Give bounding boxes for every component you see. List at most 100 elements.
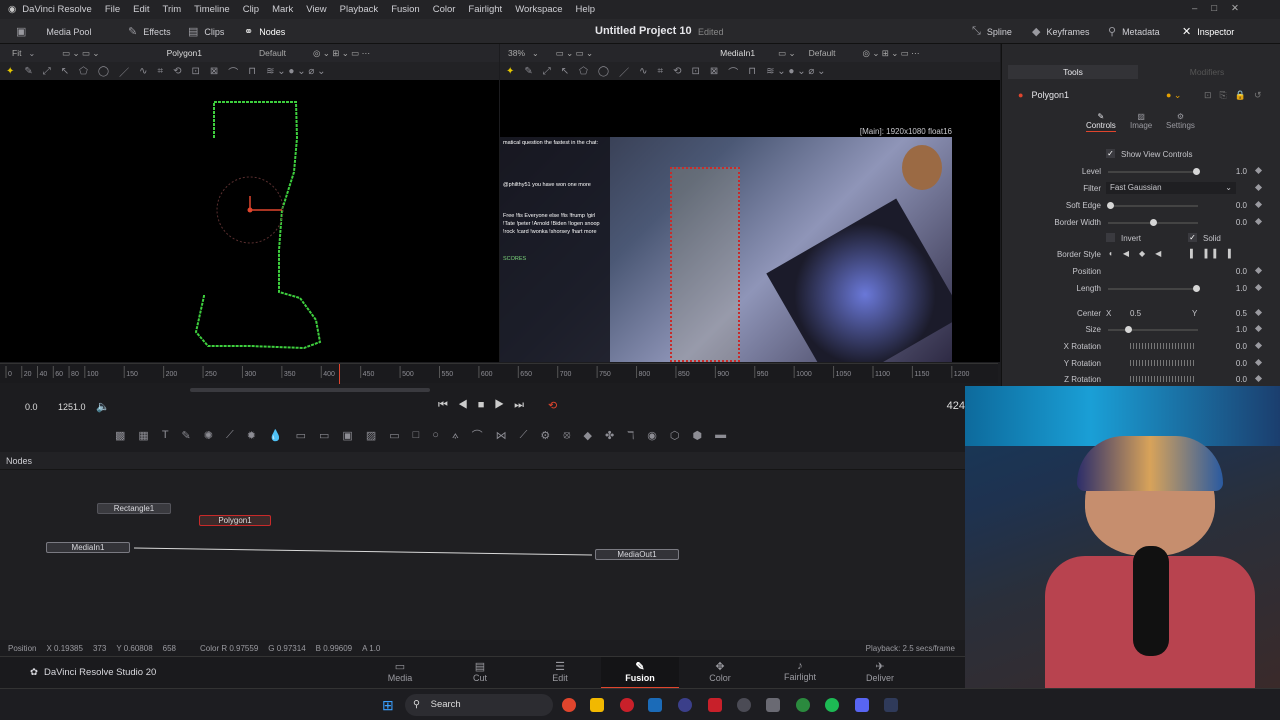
pointer-icon[interactable]: ✦	[6, 66, 14, 77]
audio-icon[interactable]: 🔈	[96, 400, 110, 413]
select-tool-icon[interactable]: ↖	[61, 66, 69, 77]
pen-tool-icon[interactable]: ✎	[524, 66, 532, 77]
keyframes-button[interactable]: ◆ Keyframes	[1032, 25, 1089, 38]
soft-edge-knob[interactable]	[1107, 202, 1114, 209]
border-width-value[interactable]: 0.0	[1217, 218, 1247, 227]
playhead[interactable]	[339, 364, 340, 384]
x-rotation-value[interactable]: 0.0	[1217, 342, 1247, 351]
length-value[interactable]: 1.0	[1217, 284, 1247, 293]
chrome-icon[interactable]	[796, 698, 810, 712]
inspector-node-header[interactable]: ● Polygon1	[1018, 90, 1069, 100]
bspline-tool-icon[interactable]: ∿	[639, 66, 647, 77]
center-point[interactable]	[247, 207, 253, 213]
viewer-right-lut[interactable]: Default	[809, 48, 836, 58]
viewer-left[interactable]	[0, 80, 499, 362]
menu-edit[interactable]: Edit	[133, 4, 149, 15]
fit-dropdown[interactable]: Fit	[12, 48, 21, 58]
subtab-settings[interactable]: ⚙ Settings	[1166, 112, 1195, 130]
keyframe-diamond-icon[interactable]	[1254, 266, 1263, 275]
merge-icon[interactable]: ⟋	[226, 429, 234, 442]
render-icon[interactable]: ⚙	[540, 429, 550, 442]
polygon-tool-icon[interactable]: ⬠	[579, 66, 588, 77]
center-x-value[interactable]: 0.5	[1130, 309, 1141, 318]
keyframe-diamond-icon[interactable]	[1254, 341, 1263, 350]
file-explorer-icon[interactable]	[590, 698, 604, 712]
node-orange-dot-icon[interactable]: ● ⌄	[1166, 90, 1181, 101]
renderer3d-icon[interactable]: ⬡	[670, 429, 680, 442]
view-options-icon[interactable]: ▭ ⌄ ▭ ⌄	[62, 48, 99, 59]
smooth-icon[interactable]: ⌒	[728, 64, 738, 79]
size-value[interactable]: 1.0	[1217, 325, 1247, 334]
keyframe-diamond-icon[interactable]	[1254, 217, 1263, 226]
text-icon[interactable]: T	[162, 429, 169, 441]
border-style-icons[interactable]: ◖◀◆◀	[1108, 249, 1171, 258]
ellipse-mask-icon[interactable]: ○	[432, 429, 439, 441]
background-icon[interactable]: ▩	[115, 429, 125, 442]
center-y-value[interactable]: 0.5	[1217, 309, 1247, 318]
camera3d-icon[interactable]: ◆	[584, 429, 592, 442]
blur-icon[interactable]: 💧	[269, 429, 283, 442]
settings-app-icon[interactable]	[766, 698, 780, 712]
y-rotation-wheel[interactable]	[1130, 360, 1195, 366]
time-ruler[interactable]: 0 20 40 60 80 100 150 200 250 300 350 400 450 500 550 6…	[0, 363, 998, 384]
cube-icon[interactable]: ⬢	[693, 429, 703, 442]
menu-mark[interactable]: Mark	[272, 4, 293, 15]
start-time[interactable]: 0.0	[25, 402, 38, 412]
node-rectangle[interactable]: Rectangle1	[97, 503, 171, 514]
keyframe-diamond-icon[interactable]	[1254, 374, 1263, 383]
viewer-right-more-icon[interactable]: ◎ ⌄ ⊞ ⌄ ▭ ⋯	[863, 48, 920, 59]
menu-trim[interactable]: Trim	[163, 4, 182, 15]
image-plane-icon[interactable]: ▬	[715, 429, 726, 441]
more-tools-icon[interactable]: ≋ ⌄ ● ⌄ ⌀ ⌄	[266, 66, 325, 77]
brush-icon[interactable]: ✎	[182, 429, 191, 442]
text3d-icon[interactable]: ℸ	[627, 429, 634, 442]
maps-icon[interactable]	[708, 698, 722, 712]
soft-edge-value[interactable]: 0.0	[1217, 201, 1247, 210]
show-view-controls-checkbox[interactable]: ✓	[1106, 149, 1115, 158]
position-value[interactable]: 0.0	[1217, 267, 1247, 276]
keyframe-diamond-icon[interactable]	[1254, 166, 1263, 175]
bounding-box-icon[interactable]: ⊡	[192, 66, 200, 77]
level-slider[interactable]	[1108, 168, 1200, 175]
size-slider[interactable]	[1108, 326, 1198, 333]
tracker-icon[interactable]: ⋈	[496, 429, 507, 442]
steam-icon[interactable]	[648, 698, 662, 712]
menu-playback[interactable]: Playback	[340, 4, 379, 15]
polygon-mask-canvas[interactable]	[0, 80, 499, 362]
metadata-button[interactable]: ⚲ Metadata	[1108, 25, 1160, 38]
emitter-icon[interactable]: ⟋	[520, 429, 528, 442]
rectangle-mask-icon[interactable]: □	[413, 429, 420, 441]
more-tools-icon[interactable]: ≋ ⌄ ● ⌄ ⌀ ⌄	[766, 66, 825, 77]
border-join-icons[interactable]: ▌▐▌▐	[1190, 249, 1237, 258]
menu-clip[interactable]: Clip	[243, 4, 259, 15]
page-cut[interactable]: ▤ Cut	[450, 657, 510, 689]
page-fairlight[interactable]: ♪ Fairlight	[770, 657, 830, 689]
transform-icon[interactable]: ▨	[366, 429, 376, 442]
level-slider-knob[interactable]	[1193, 168, 1200, 175]
viewer-left-lut[interactable]: Default	[259, 48, 286, 58]
end-time[interactable]: 1251.0	[58, 402, 86, 412]
bspline-mask-icon[interactable]: ⌒	[472, 427, 483, 443]
polygon-mask-icon[interactable]: ⟑	[452, 429, 459, 442]
select-tool-icon[interactable]: ↖	[561, 66, 569, 77]
node-mediaout[interactable]: MediaOut1	[595, 549, 679, 560]
subtab-image[interactable]: ▨ Image	[1130, 112, 1152, 130]
zoom-dropdown[interactable]: 38%	[508, 48, 525, 58]
clips-button[interactable]: ▤ Clips	[188, 25, 224, 38]
z-rotation-value[interactable]: 0.0	[1217, 375, 1247, 384]
move-tool-icon[interactable]: ⤢	[543, 66, 551, 77]
show-view-controls-row[interactable]: ✓ Show View Controls	[1002, 147, 1280, 163]
crop-tool-icon[interactable]: ⌗	[157, 66, 163, 77]
keyer-icon[interactable]: ▣	[342, 429, 352, 442]
soft-edge-slider[interactable]	[1107, 202, 1198, 209]
discord-icon[interactable]	[855, 698, 869, 712]
transform-tool-icon[interactable]: ⟲	[673, 66, 681, 77]
menu-workspace[interactable]: Workspace	[515, 4, 562, 15]
ellipse-tool-icon[interactable]: ◯	[598, 66, 609, 77]
border-width-knob[interactable]	[1150, 219, 1157, 226]
loop-icon[interactable]: ⟲	[548, 399, 557, 412]
node-graph[interactable]: Rectangle1 Polygon1 MediaIn1 MediaOut1	[0, 470, 965, 640]
page-color[interactable]: ✥ Color	[690, 657, 750, 689]
polygon-shape[interactable]	[194, 101, 322, 350]
current-frame[interactable]: 424	[947, 400, 965, 412]
